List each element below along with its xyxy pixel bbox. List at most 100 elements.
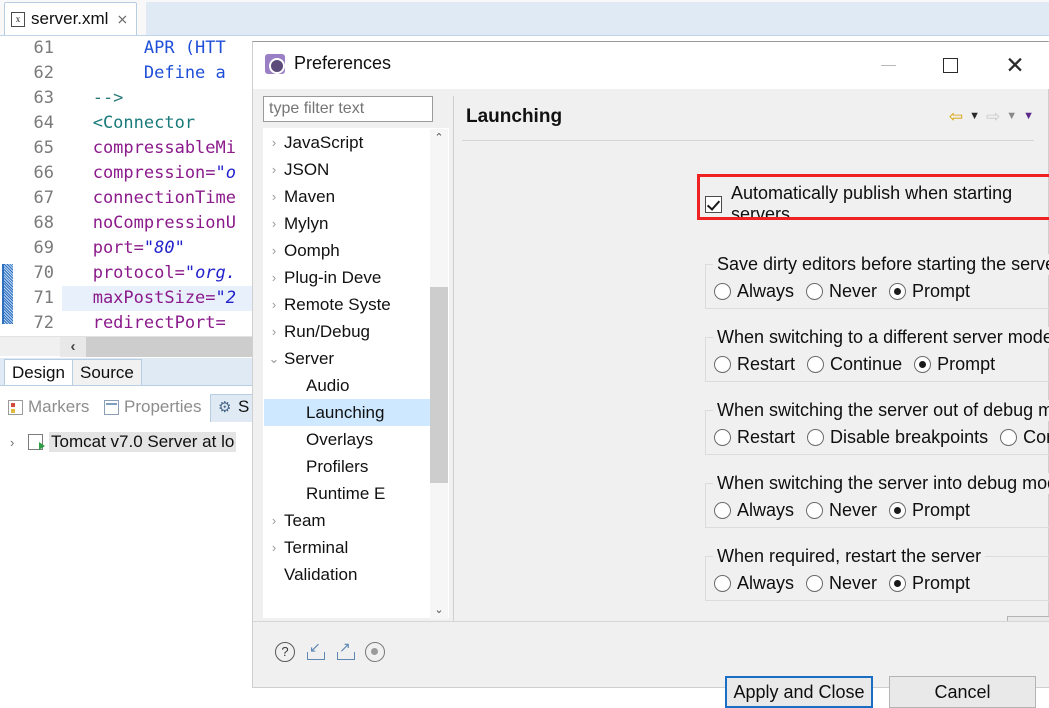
radio-restart[interactable]: Restart [714, 427, 795, 448]
radio-icon[interactable] [889, 502, 906, 519]
chevron-right-icon[interactable]: › [264, 507, 284, 534]
search-input[interactable] [263, 96, 433, 122]
scroll-up-icon[interactable]: ⌃ [430, 129, 448, 147]
checkbox-icon[interactable] [705, 196, 722, 213]
scroll-down-icon[interactable]: ⌄ [430, 601, 448, 619]
radio-icon[interactable] [714, 283, 731, 300]
dialog-title-bar[interactable]: Preferences ✕ [253, 42, 1049, 89]
tree-item-mylyn[interactable]: ›Mylyn [264, 210, 432, 237]
view-menu-icon[interactable]: ▼ [1023, 111, 1034, 122]
chevron-right-icon[interactable]: › [264, 534, 284, 561]
chevron-right-icon[interactable]: › [264, 183, 284, 210]
cancel-button[interactable]: Cancel [889, 676, 1036, 708]
chevron-right-icon[interactable]: › [264, 129, 284, 156]
tree-item-runtime-e[interactable]: Runtime E [264, 480, 432, 507]
apply-and-close-button[interactable]: Apply and Close [725, 676, 873, 708]
record-icon[interactable] [365, 642, 385, 662]
scroll-left-icon[interactable]: ‹ [60, 337, 86, 357]
tree-item-launching[interactable]: Launching [264, 399, 432, 426]
chevron-right-icon[interactable]: › [264, 291, 284, 318]
radio-never[interactable]: Never [806, 573, 877, 594]
radio-icon[interactable] [807, 429, 824, 446]
radio-icon[interactable] [806, 502, 823, 519]
tree-item-label: Mylyn [284, 210, 328, 237]
group-restart-when-required: When required, restart the server Always… [705, 556, 1049, 601]
preferences-tree-list[interactable]: ›JavaScript›JSON›Maven›Mylyn›Oomph›Plug-… [264, 129, 432, 619]
tree-item-javascript[interactable]: ›JavaScript [264, 129, 432, 156]
scrollbar-thumb[interactable] [430, 287, 448, 483]
auto-publish-checkbox[interactable]: Automatically publish when starting serv… [705, 183, 1048, 225]
tab-servers[interactable]: S [218, 394, 249, 420]
radio-always[interactable]: Always [714, 281, 794, 302]
radio-never[interactable]: Never [806, 281, 877, 302]
preferences-tree[interactable]: ›JavaScript›JSON›Maven›Mylyn›Oomph›Plug-… [263, 128, 449, 618]
back-dropdown-icon[interactable]: ▼ [969, 111, 980, 122]
radio-icon[interactable] [889, 575, 906, 592]
radio-continue[interactable]: Continue [1000, 427, 1049, 448]
code-token: compression= [62, 163, 216, 183]
chevron-right-icon[interactable]: › [264, 210, 284, 237]
import-preferences-icon[interactable] [305, 642, 325, 662]
chevron-right-icon[interactable]: › [264, 318, 284, 345]
help-icon[interactable]: ? [275, 642, 295, 662]
editor-tab-bar: x server.xml ⨯ [0, 0, 1049, 36]
radio-restart[interactable]: Restart [714, 354, 795, 375]
chevron-right-icon[interactable]: › [264, 156, 284, 183]
radio-icon[interactable] [714, 356, 731, 373]
tree-item-profilers[interactable]: Profilers [264, 453, 432, 480]
back-icon[interactable]: ⇦ [949, 108, 963, 125]
tree-item-json[interactable]: ›JSON [264, 156, 432, 183]
close-button[interactable]: ✕ [992, 42, 1038, 88]
chevron-down-icon[interactable]: ⌄ [264, 345, 284, 372]
tab-design[interactable]: Design [4, 359, 73, 385]
chevron-right-icon[interactable]: › [264, 237, 284, 264]
tree-item-audio[interactable]: Audio [264, 372, 432, 399]
radio-prompt[interactable]: Prompt [889, 500, 970, 521]
dialog-title: Preferences [294, 53, 391, 74]
minimize-button[interactable] [865, 42, 911, 88]
tree-item-maven[interactable]: ›Maven [264, 183, 432, 210]
tree-item-validation[interactable]: Validation [264, 561, 432, 588]
radio-prompt[interactable]: Prompt [889, 281, 970, 302]
tree-vertical-scrollbar[interactable]: ⌃ ⌄ [430, 129, 448, 619]
list-item[interactable]: › Tomcat v7.0 Server at lo [0, 430, 236, 454]
tree-item-oomph[interactable]: ›Oomph [264, 237, 432, 264]
radio-icon[interactable] [714, 575, 731, 592]
forward-icon[interactable]: ⇨ [986, 108, 1000, 125]
editor-tab-server-xml[interactable]: x server.xml ⨯ [4, 2, 137, 35]
tree-item-terminal[interactable]: ›Terminal [264, 534, 432, 561]
radio-prompt[interactable]: Prompt [889, 573, 970, 594]
radio-icon[interactable] [1000, 429, 1017, 446]
radio-never[interactable]: Never [806, 500, 877, 521]
tree-item-run-debug[interactable]: ›Run/Debug [264, 318, 432, 345]
tree-item-server[interactable]: ⌄Server [264, 345, 432, 372]
chevron-right-icon[interactable]: › [264, 264, 284, 291]
forward-dropdown-icon[interactable]: ▼ [1006, 111, 1017, 122]
radio-disable-breakpoints[interactable]: Disable breakpoints [807, 427, 988, 448]
radio-always[interactable]: Always [714, 500, 794, 521]
tab-source[interactable]: Source [72, 359, 142, 385]
tree-item-remote-syste[interactable]: ›Remote Syste [264, 291, 432, 318]
radio-icon[interactable] [889, 283, 906, 300]
tree-item-plug-in-deve[interactable]: ›Plug-in Deve [264, 264, 432, 291]
radio-prompt[interactable]: Prompt [914, 354, 995, 375]
tree-item-team[interactable]: ›Team [264, 507, 432, 534]
expand-twisty-icon[interactable]: › [10, 435, 22, 450]
export-preferences-icon[interactable] [335, 642, 355, 662]
radio-continue[interactable]: Continue [807, 354, 902, 375]
radio-icon[interactable] [806, 283, 823, 300]
close-icon[interactable]: ⨯ [116, 12, 128, 26]
tab-markers[interactable]: Markers [8, 394, 89, 420]
code-token: port= [62, 238, 144, 258]
radio-always[interactable]: Always [714, 573, 794, 594]
code-token: maxPostSize= [62, 288, 216, 308]
radio-icon[interactable] [806, 575, 823, 592]
tree-item-overlays[interactable]: Overlays [264, 426, 432, 453]
radio-icon[interactable] [807, 356, 824, 373]
code-token: connectionTime [62, 188, 236, 208]
tab-properties[interactable]: Properties [104, 394, 201, 420]
radio-icon[interactable] [714, 429, 731, 446]
radio-icon[interactable] [914, 356, 931, 373]
maximize-button[interactable] [927, 42, 973, 88]
radio-icon[interactable] [714, 502, 731, 519]
